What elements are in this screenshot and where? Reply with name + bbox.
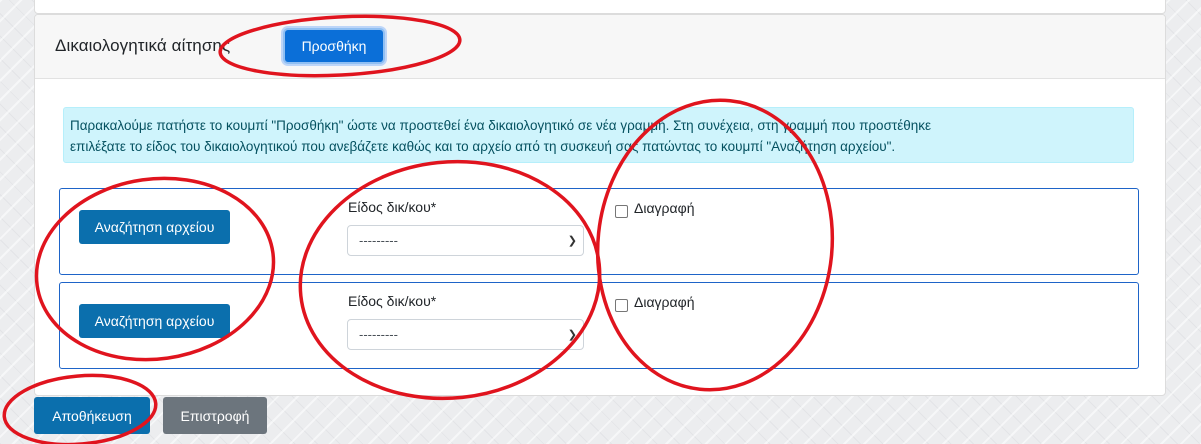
delete-label: Διαγραφή [634, 200, 695, 216]
save-button[interactable]: Αποθήκευση [34, 397, 150, 434]
document-type-label: Είδος δικ/κου* [348, 293, 437, 309]
document-type-select[interactable]: --------- ❯ [347, 319, 584, 350]
document-type-label: Είδος δικ/κου* [348, 199, 437, 215]
chevron-down-icon: ❯ [567, 235, 577, 247]
document-type-value: --------- [359, 233, 398, 248]
document-row: Αναζήτηση αρχείου Είδος δικ/κου* -------… [59, 282, 1139, 369]
card-title: Δικαιολογητικά αίτησης [55, 36, 231, 55]
document-row: Αναζήτηση αρχείου Είδος δικ/κου* -------… [59, 188, 1139, 275]
previous-card [34, 0, 1166, 14]
add-document-button[interactable]: Προσθήκη [283, 28, 385, 64]
chevron-down-icon: ❯ [567, 329, 577, 341]
info-text-line-2: επιλέξατε το είδος του δικαιολογητικού π… [70, 139, 896, 154]
delete-checkbox[interactable] [615, 205, 628, 218]
document-type-select[interactable]: --------- ❯ [347, 225, 584, 256]
delete-checkbox[interactable] [615, 299, 628, 312]
info-text-line-1: Παρακαλούμε πατήστε το κουμπί "Προσθήκη"… [70, 118, 932, 133]
card-header: Δικαιολογητικά αίτησης [35, 15, 1165, 79]
info-alert: Παρακαλούμε πατήστε το κουμπί "Προσθήκη"… [63, 107, 1134, 163]
delete-label: Διαγραφή [634, 294, 695, 310]
browse-file-button[interactable]: Αναζήτηση αρχείου [79, 210, 230, 244]
document-type-value: --------- [359, 327, 398, 342]
back-button[interactable]: Επιστροφή [163, 397, 267, 434]
browse-file-button[interactable]: Αναζήτηση αρχείου [79, 304, 230, 338]
